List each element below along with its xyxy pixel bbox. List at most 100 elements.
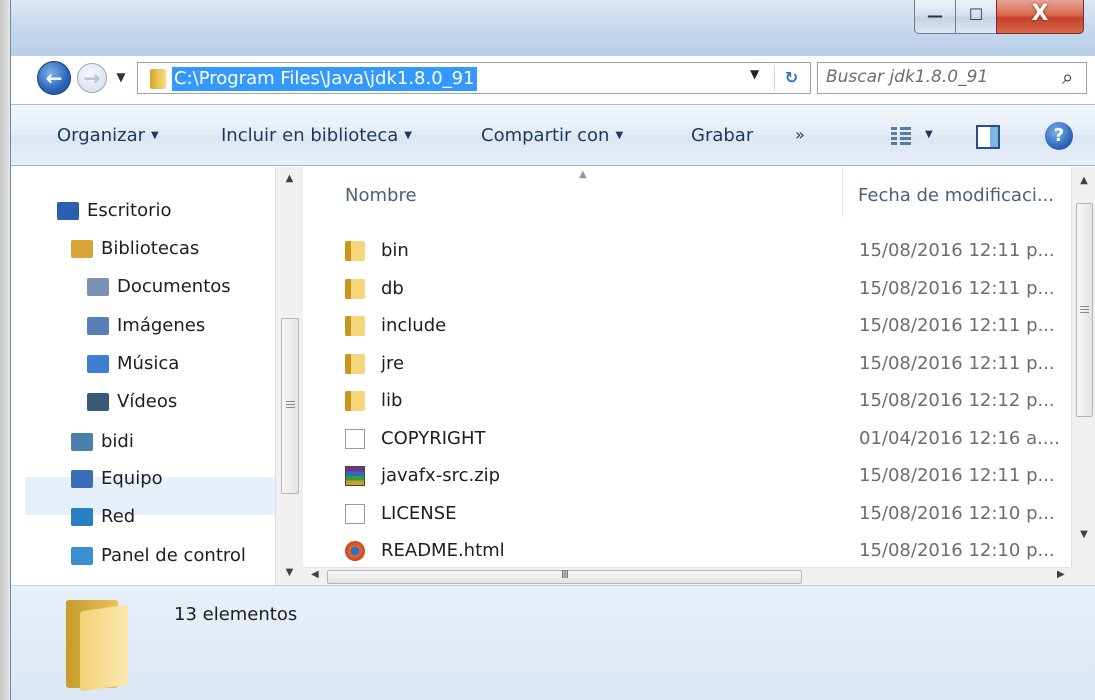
sidebar-item-label: Documentos (117, 276, 231, 297)
search-icon[interactable]: ⌕ (1062, 65, 1073, 89)
user-folder-icon (71, 433, 93, 451)
preview-pane-icon[interactable] (976, 125, 1000, 149)
share-with-button[interactable]: Compartir con ▼ (481, 125, 623, 146)
close-button[interactable]: X (996, 0, 1084, 34)
control-panel-icon (71, 547, 93, 565)
zip-icon (345, 466, 365, 486)
scroll-corner (1071, 567, 1095, 585)
images-icon (87, 317, 109, 335)
scroll-right-icon[interactable]: ▶ (1057, 569, 1065, 580)
close-icon: X (1031, 1, 1049, 26)
column-header-name[interactable]: Nombre ▲ (303, 167, 843, 217)
file-icon (345, 428, 365, 449)
more-commands-button[interactable]: » (795, 125, 805, 144)
table-row[interactable]: jre 15/08/2016 12:11 p... (303, 345, 1071, 382)
share-with-label: Compartir con (481, 125, 610, 146)
maximize-icon: ☐ (968, 5, 984, 24)
refresh-icon[interactable]: ↻ (774, 65, 808, 91)
file-date: 15/08/2016 12:10 p... (859, 540, 1055, 561)
include-library-label: Incluir en biblioteca (221, 125, 399, 146)
file-date: 15/08/2016 12:11 p... (859, 315, 1055, 336)
file-list-horizontal-scrollbar[interactable]: ◀ III ▶ (303, 567, 1095, 585)
folder-icon (66, 600, 134, 692)
file-icon (345, 503, 365, 524)
scroll-up-icon[interactable]: ▲ (276, 173, 303, 184)
address-path[interactable]: C:\Program Files\Java\jdk1.8.0_91 (172, 67, 477, 91)
address-bar[interactable]: C:\Program Files\Java\jdk1.8.0_91 ▼ ↻ (137, 62, 811, 94)
table-row[interactable]: javafx-src.zip 15/08/2016 12:11 p... (303, 457, 1071, 494)
scroll-left-icon[interactable]: ◀ (311, 569, 319, 580)
sidebar-item-label: Imágenes (117, 315, 206, 336)
scroll-thumb[interactable] (281, 318, 299, 494)
item-count: 13 elementos (174, 604, 298, 625)
table-row[interactable]: LICENSE 15/08/2016 12:10 p... (303, 495, 1071, 532)
back-button[interactable]: ← (37, 61, 71, 95)
documents-icon (87, 278, 109, 296)
table-row[interactable]: db 15/08/2016 12:11 p... (303, 270, 1071, 307)
scroll-down-icon[interactable]: ▼ (276, 567, 303, 578)
organize-label: Organizar (57, 125, 145, 146)
sidebar-item-label: Escritorio (87, 200, 172, 221)
folder-icon (345, 391, 365, 411)
help-icon[interactable]: ? (1045, 122, 1073, 150)
scroll-down-icon[interactable]: ▼ (1072, 529, 1095, 540)
table-row[interactable]: README.html 15/08/2016 12:10 p... (303, 532, 1071, 567)
recent-pages-dropdown[interactable]: ▼ (111, 66, 131, 90)
change-view-icon[interactable] (891, 127, 911, 145)
table-row[interactable]: bin 15/08/2016 12:11 p... (303, 232, 1071, 269)
include-library-button[interactable]: Incluir en biblioteca ▼ (221, 125, 412, 146)
maximize-button[interactable]: ☐ (955, 0, 997, 34)
file-date: 15/08/2016 12:11 p... (859, 240, 1055, 261)
forward-button[interactable]: → (77, 63, 107, 93)
scroll-thumb[interactable]: III (327, 568, 802, 584)
forward-arrow-icon: → (83, 66, 101, 90)
column-header-date[interactable]: Fecha de modificaci... (858, 185, 1054, 206)
navigation-pane: Escritorio Bibliotecas Documentos Imágenes M… (11, 167, 303, 585)
file-date: 15/08/2016 12:11 p... (859, 465, 1055, 486)
libraries-icon (71, 240, 93, 258)
table-row[interactable]: lib 15/08/2016 12:12 p... (303, 382, 1071, 419)
sidebar-item-label: Vídeos (117, 391, 178, 412)
chevron-down-icon: ▼ (404, 130, 412, 141)
back-arrow-icon: ← (45, 66, 63, 90)
folder-icon (345, 278, 365, 299)
scroll-up-icon[interactable]: ▲ (1072, 175, 1095, 186)
search-box[interactable]: ⌕ (817, 62, 1087, 94)
table-row[interactable]: COPYRIGHT 01/04/2016 12:16 a.... (303, 420, 1071, 457)
videos-icon (87, 393, 109, 411)
minimize-button[interactable]: — (914, 0, 956, 34)
view-options-dropdown-icon[interactable]: ▼ (925, 129, 933, 140)
file-list-vertical-scrollbar[interactable]: ▲ ▼ (1071, 167, 1095, 567)
search-input[interactable] (826, 67, 1046, 87)
file-name: include (381, 315, 447, 336)
sidebar-item-label: Panel de control (101, 545, 246, 566)
table-row[interactable]: include 15/08/2016 12:11 p... (303, 307, 1071, 344)
column-name-label: Nombre (345, 185, 417, 206)
sidebar-item-label: Red (101, 506, 136, 527)
file-list: Nombre ▲ Fecha de modificaci... bin 15/08… (303, 167, 1071, 567)
file-name: lib (381, 390, 403, 411)
organize-button[interactable]: Organizar ▼ (57, 125, 159, 146)
sort-ascending-icon: ▲ (579, 169, 587, 180)
details-pane: 13 elementos (11, 585, 1095, 700)
scroll-thumb[interactable] (1076, 203, 1093, 417)
folder-icon (345, 316, 365, 336)
title-bar: — ☐ X (11, 0, 1095, 56)
command-bar: Organizar ▼ Incluir en biblioteca ▼ Compar… (11, 104, 1095, 166)
file-name: javafx-src.zip (381, 465, 501, 486)
file-date: 15/08/2016 12:10 p... (859, 502, 1055, 524)
address-dropdown-icon[interactable]: ▼ (750, 67, 759, 81)
file-date: 15/08/2016 12:12 p... (859, 390, 1055, 411)
chevron-down-icon: ▼ (151, 130, 159, 141)
sidebar-item-label: Bibliotecas (101, 238, 200, 259)
file-date: 01/04/2016 12:16 a.... (859, 427, 1060, 449)
chevron-down-icon: ▼ (116, 70, 126, 84)
network-icon (71, 508, 93, 526)
burn-button[interactable]: Grabar (691, 125, 753, 146)
file-name: README.html (381, 540, 505, 561)
explorer-window: — ☐ X ← → ▼ C:\Program Files\Java\jdk1.8… (10, 0, 1095, 700)
navigation-scrollbar[interactable]: ▲ ▼ (275, 167, 303, 585)
sidebar-item-label: Música (117, 353, 180, 374)
burn-label: Grabar (691, 125, 754, 146)
file-name: bin (381, 240, 409, 261)
